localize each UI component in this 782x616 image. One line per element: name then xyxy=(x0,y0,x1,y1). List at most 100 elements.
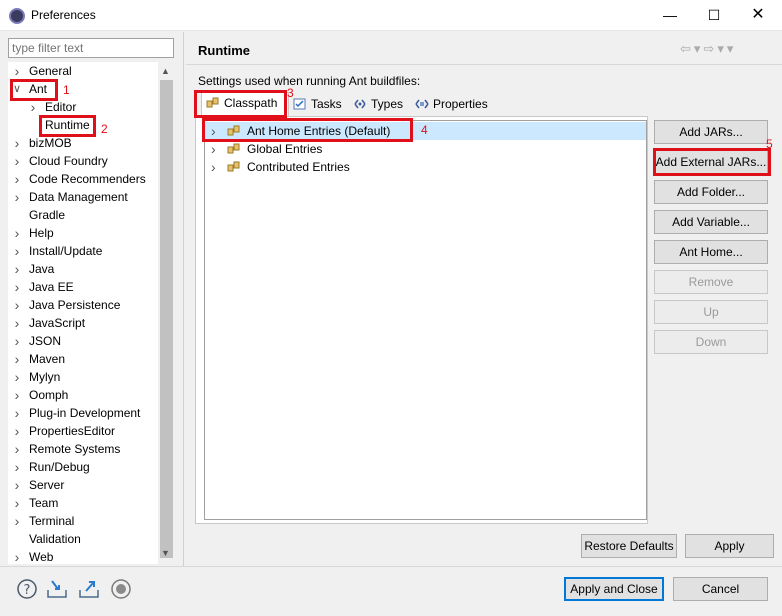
tab-label: Tasks xyxy=(311,97,342,111)
annotation-box-ant-home-entries xyxy=(202,118,413,142)
tree-item[interactable]: › Oomph xyxy=(8,386,158,404)
maximize-icon[interactable]: ☐ xyxy=(694,3,734,27)
chevron-right-icon[interactable]: › xyxy=(12,458,22,476)
chevron-right-icon[interactable]: › xyxy=(12,332,22,350)
tab-properties[interactable]: Properties xyxy=(411,94,495,116)
chevron-right-icon[interactable]: › xyxy=(12,152,22,170)
tree-item[interactable]: › Web xyxy=(8,548,158,564)
chevron-right-icon[interactable]: › xyxy=(12,62,22,80)
forward-icon[interactable]: ⇨ xyxy=(703,41,717,56)
tree-item[interactable]: › JavaScript xyxy=(8,314,158,332)
down-button[interactable]: Down xyxy=(654,330,768,354)
chevron-right-icon[interactable]: › xyxy=(12,314,22,332)
chevron-right-icon[interactable]: › xyxy=(12,440,22,458)
scroll-up-icon[interactable]: ▲ xyxy=(161,66,170,76)
tab-tasks[interactable]: Tasks xyxy=(289,94,347,116)
tree-item[interactable]: › PropertiesEditor xyxy=(8,422,158,440)
chevron-right-icon[interactable]: › xyxy=(12,134,22,152)
apply-button[interactable]: Apply xyxy=(685,534,774,558)
chevron-right-icon[interactable]: › xyxy=(12,170,22,188)
tree-item[interactable]: › Java Persistence xyxy=(8,296,158,314)
page-title: Runtime xyxy=(198,43,250,58)
chevron-right-icon[interactable]: › xyxy=(12,386,22,404)
import-icon[interactable] xyxy=(46,578,68,600)
tree-item[interactable]: › Java xyxy=(8,260,158,278)
tree-item-label: Team xyxy=(29,496,59,510)
classpath-tree[interactable]: › Ant Home Entries (Default) › Global Entri… xyxy=(204,120,647,520)
classpath-entry[interactable]: › Contributed Entries xyxy=(205,158,646,176)
tree-item[interactable]: Validation xyxy=(8,530,158,548)
tree-item[interactable]: › Help xyxy=(8,224,158,242)
cancel-button[interactable]: Cancel xyxy=(673,577,768,601)
chevron-right-icon[interactable]: › xyxy=(12,296,22,314)
chevron-right-icon[interactable]: › xyxy=(12,422,22,440)
chevron-right-icon[interactable]: › xyxy=(12,512,22,530)
classpath-entry-label: Contributed Entries xyxy=(247,160,350,174)
title-bar: Preferences — ☐ ✕ xyxy=(0,0,782,31)
ant-home-button[interactable]: Ant Home... xyxy=(654,240,768,264)
tree-item[interactable]: › Code Recommenders xyxy=(8,170,158,188)
filter-input[interactable] xyxy=(8,38,174,58)
view-menu-icon[interactable]: ▾ xyxy=(727,41,737,56)
tree-item-label: Gradle xyxy=(29,208,66,222)
record-icon[interactable] xyxy=(110,578,132,600)
tree-item[interactable]: › Install/Update xyxy=(8,242,158,260)
tab-label: Properties xyxy=(433,97,488,111)
footer-divider xyxy=(0,566,782,567)
tree-item[interactable]: › Mylyn xyxy=(8,368,158,386)
add-jars-button[interactable]: Add JARs... xyxy=(654,120,768,144)
chevron-right-icon[interactable]: › xyxy=(12,260,22,278)
restore-defaults-button[interactable]: Restore Defaults xyxy=(581,534,677,558)
tree-item[interactable]: › Server xyxy=(8,476,158,494)
classpath-entry-label: Global Entries xyxy=(247,142,323,156)
chevron-right-icon[interactable]: › xyxy=(12,278,22,296)
chevron-right-icon[interactable]: › xyxy=(12,242,22,260)
tree-item[interactable]: › Terminal xyxy=(8,512,158,530)
tree-item[interactable]: › Run/Debug xyxy=(8,458,158,476)
classpath-entry[interactable]: › Global Entries xyxy=(205,140,646,158)
add-folder-button[interactable]: Add Folder... xyxy=(654,180,768,204)
chevron-right-icon[interactable]: › xyxy=(12,350,22,368)
tree-item[interactable]: › Cloud Foundry xyxy=(8,152,158,170)
back-icon[interactable]: ⇦ xyxy=(680,41,694,56)
chevron-right-icon[interactable]: › xyxy=(211,158,216,176)
scrollbar-thumb[interactable] xyxy=(160,80,173,558)
chevron-right-icon[interactable]: › xyxy=(12,494,22,512)
preference-tree[interactable]: › General ∨ Ant › Editor Runtime › bizMOB › Cloud … xyxy=(8,62,175,564)
chevron-right-icon[interactable]: › xyxy=(12,188,22,206)
apply-and-close-button[interactable]: Apply and Close xyxy=(564,577,664,601)
tab-types[interactable]: Types xyxy=(349,94,409,116)
eclipse-app-icon xyxy=(9,8,25,24)
tree-item[interactable]: › Remote Systems xyxy=(8,440,158,458)
tree-scrollbar[interactable]: ▲ ▼ xyxy=(158,62,175,564)
chevron-right-icon[interactable]: › xyxy=(211,140,216,158)
chevron-right-icon[interactable]: › xyxy=(12,224,22,242)
splitter[interactable] xyxy=(183,32,184,566)
tree-item[interactable]: › Team xyxy=(8,494,158,512)
page-nav: ⇦▾⇨▾▾ xyxy=(680,41,736,57)
up-button[interactable]: Up xyxy=(654,300,768,324)
types-icon xyxy=(354,99,366,109)
tree-item[interactable]: › Java EE xyxy=(8,278,158,296)
tasks-icon xyxy=(293,98,306,110)
back-menu-icon[interactable]: ▾ xyxy=(694,41,704,56)
tree-item[interactable]: › Plug-in Development xyxy=(8,404,158,422)
chevron-right-icon[interactable]: › xyxy=(12,548,22,564)
chevron-right-icon[interactable]: › xyxy=(12,404,22,422)
export-icon[interactable] xyxy=(78,578,100,600)
forward-menu-icon[interactable]: ▾ xyxy=(717,41,727,56)
tree-item[interactable]: › JSON xyxy=(8,332,158,350)
tree-item-label: Help xyxy=(29,226,54,240)
close-icon[interactable]: ✕ xyxy=(738,3,778,27)
chevron-right-icon[interactable]: › xyxy=(12,368,22,386)
chevron-right-icon[interactable]: › xyxy=(12,476,22,494)
scroll-down-icon[interactable]: ▼ xyxy=(161,548,170,558)
help-icon[interactable]: ? xyxy=(16,578,38,600)
remove-button[interactable]: Remove xyxy=(654,270,768,294)
add-variable-button[interactable]: Add Variable... xyxy=(654,210,768,234)
tree-item[interactable]: Gradle xyxy=(8,206,158,224)
tree-item[interactable]: › Data Management xyxy=(8,188,158,206)
tree-item[interactable]: › Maven xyxy=(8,350,158,368)
tree-item[interactable]: › General xyxy=(8,62,158,80)
minimize-icon[interactable]: — xyxy=(650,3,690,27)
